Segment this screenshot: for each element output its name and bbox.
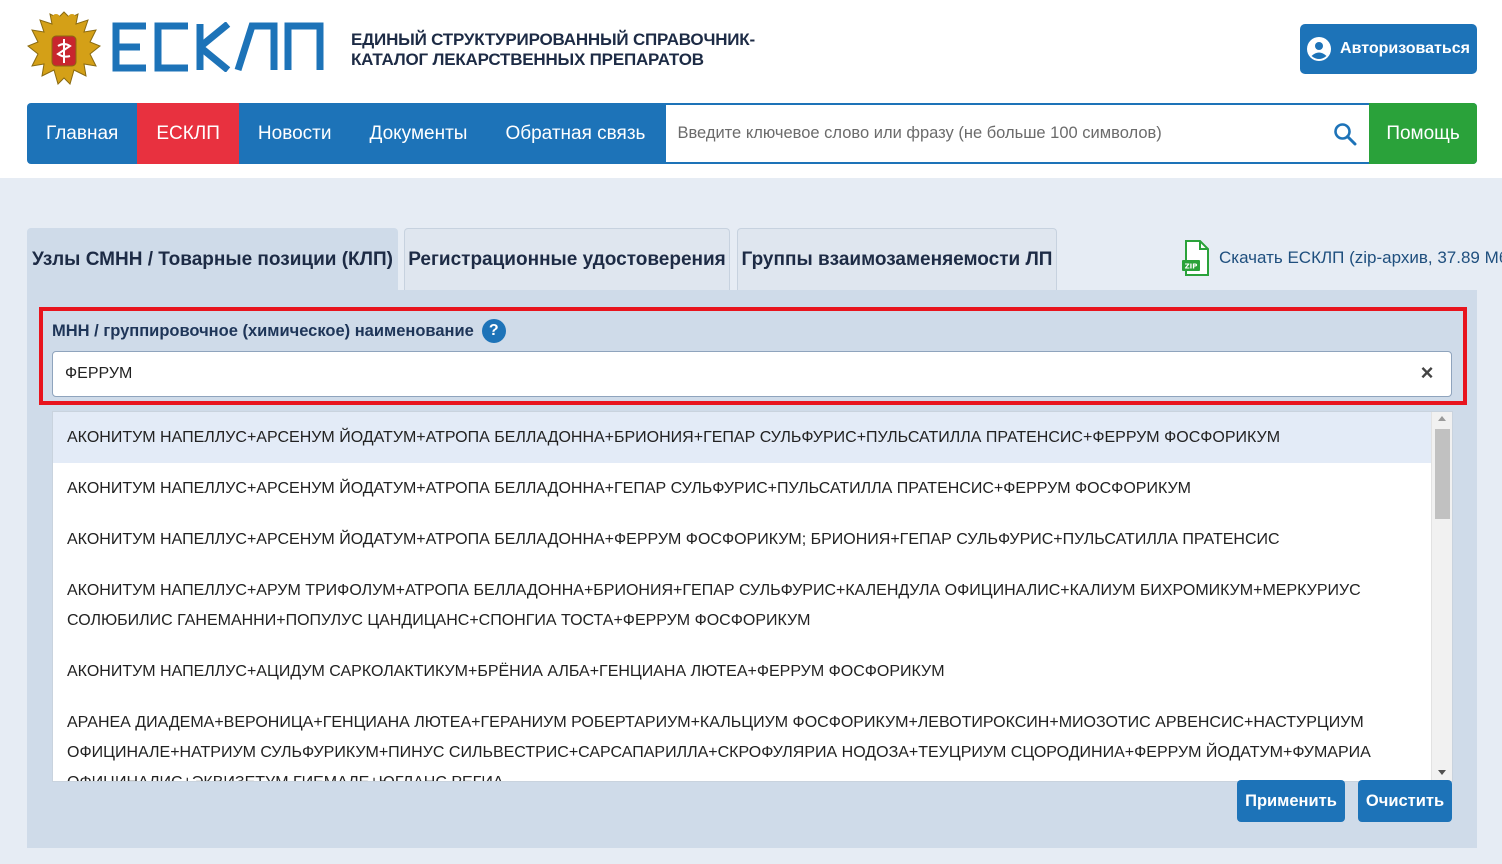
site-search-input[interactable] xyxy=(666,108,1327,159)
mnn-field-label: МНН / группировочное (химическое) наимен… xyxy=(52,319,506,343)
autocomplete-option[interactable]: АКОНИТУМ НАПЕЛЛУС+АРСЕНУМ ЙОДАТУМ+АТРОПА… xyxy=(53,514,1432,565)
nav-item-documents[interactable]: Документы xyxy=(350,103,486,164)
nav-item-feedback[interactable]: Обратная связь xyxy=(486,103,664,164)
tab-interchangeability-groups[interactable]: Группы взаимозаменяемости ЛП xyxy=(737,228,1057,290)
mnn-field: × xyxy=(52,351,1452,397)
svg-text:ZIP: ZIP xyxy=(1185,263,1198,271)
coat-of-arms-icon xyxy=(27,11,101,85)
login-button-label: Авторизоваться xyxy=(1340,40,1470,57)
nav-item-news[interactable]: Новости xyxy=(239,103,351,164)
nav-item-esklp[interactable]: ЕСКЛП xyxy=(137,103,239,164)
zip-file-icon: ZIP xyxy=(1182,240,1209,276)
autocomplete-option[interactable]: АКОНИТУМ НАПЕЛЛУС+АРСЕНУМ ЙОДАТУМ+АТРОПА… xyxy=(53,412,1432,463)
search-icon[interactable] xyxy=(1333,122,1357,146)
mnn-field-label-text: МНН / группировочное (химическое) наимен… xyxy=(52,321,474,340)
nav-item-home[interactable]: Главная xyxy=(27,103,137,164)
download-link-label: Скачать ЕСКЛП (zip-архив, 37.89 Мб) xyxy=(1219,248,1502,267)
login-button[interactable]: Авторизоваться xyxy=(1300,24,1477,74)
clear-button[interactable]: Очистить xyxy=(1358,780,1452,822)
tab-registration-certificates[interactable]: Регистрационные удостоверения xyxy=(404,228,730,290)
clear-icon[interactable]: × xyxy=(1417,362,1437,384)
user-icon xyxy=(1307,37,1332,61)
autocomplete-option[interactable]: АКОНИТУМ НАПЕЛЛУС+АРУМ ТРИФОЛУМ+АТРОПА Б… xyxy=(53,565,1432,646)
dropdown-scrollbar[interactable] xyxy=(1431,412,1452,781)
question-icon[interactable]: ? xyxy=(481,319,506,343)
tab-smnn-nodes[interactable]: Узлы СМНН / Товарные позиции (КЛП) xyxy=(27,228,398,290)
esklp-logo xyxy=(112,22,324,72)
autocomplete-dropdown: АКОНИТУМ НАПЕЛЛУС+АРСЕНУМ ЙОДАТУМ+АТРОПА… xyxy=(52,411,1453,782)
site-search xyxy=(666,105,1370,162)
autocomplete-option[interactable]: АКОНИТУМ НАПЕЛЛУС+АЦИДУМ САРКОЛАКТИКУМ+Б… xyxy=(53,646,1432,697)
autocomplete-option[interactable]: АРАНЕА ДИАДЕМА+ВЕРОНИЦА+ГЕНЦИАНА ЛЮТЕА+Г… xyxy=(53,697,1432,781)
download-link[interactable]: ZIP Скачать ЕСКЛП (zip-архив, 37.89 Мб) xyxy=(1181,240,1502,276)
apply-button[interactable]: Применить xyxy=(1237,780,1345,822)
autocomplete-list: АКОНИТУМ НАПЕЛЛУС+АРСЕНУМ ЙОДАТУМ+АТРОПА… xyxy=(53,412,1432,781)
scroll-up-arrow-icon[interactable] xyxy=(1438,416,1446,421)
scroll-thumb[interactable] xyxy=(1435,429,1450,519)
autocomplete-option[interactable]: АКОНИТУМ НАПЕЛЛУС+АРСЕНУМ ЙОДАТУМ+АТРОПА… xyxy=(53,463,1432,514)
main-nav: Главная ЕСКЛП Новости Документы Обратная… xyxy=(27,103,1477,164)
help-button[interactable]: Помощь xyxy=(1369,103,1477,164)
mnn-input[interactable] xyxy=(53,354,1393,394)
site-subtitle: ЕДИНЫЙ СТРУКТУРИРОВАННЫЙ СПРАВОЧНИК- КАТ… xyxy=(351,30,755,69)
scroll-down-arrow-icon[interactable] xyxy=(1438,770,1446,775)
